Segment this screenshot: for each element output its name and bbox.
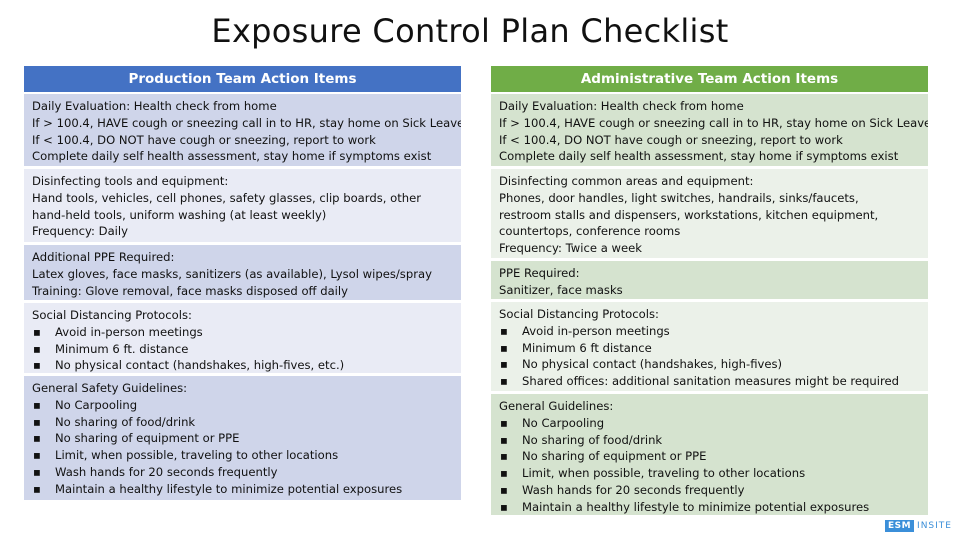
admin-ppe: PPE Required: Sanitizer, face masks [491, 261, 928, 299]
daily-line: If < 100.4, DO NOT have cough or sneezin… [499, 132, 843, 147]
admin-distancing: Social Distancing Protocols: ▪ Avoid in-p… [491, 302, 928, 391]
general-item: ▪ Limit, when possible, traveling to othe… [33, 448, 339, 463]
admin-daily-evaluation: Daily Evaluation: Health check from home… [491, 94, 928, 166]
bullet-icon: ▪ [500, 357, 508, 372]
ppe-body: Latex gloves, face masks, sanitizers (as… [32, 266, 432, 281]
bullet-icon: ▪ [500, 482, 508, 497]
disinfecting-frequency: Frequency: Daily [32, 224, 128, 239]
logo-mark: ESM [884, 520, 915, 532]
disinfecting-heading: Disinfecting common areas and equipment: [499, 174, 754, 188]
general-item: ▪ Limit, when possible, traveling to othe… [500, 466, 806, 481]
bullet-icon: ▪ [33, 341, 41, 356]
production-disinfecting: Disinfecting tools and equipment: Hand t… [24, 169, 461, 242]
admin-disinfecting: Disinfecting common areas and equipment:… [491, 169, 928, 258]
general-item: ▪ Wash hands for 20 seconds frequently [500, 482, 745, 497]
admin-column: Administrative Team Action Items Daily E… [491, 66, 928, 518]
production-daily-evaluation: Daily Evaluation: Health check from home… [24, 94, 461, 166]
bullet-icon: ▪ [33, 358, 41, 373]
bullet-icon: ▪ [500, 340, 508, 355]
distancing-item: ▪ Minimum 6 ft. distance [33, 341, 189, 356]
production-column: Production Team Action Items Daily Evalu… [24, 66, 461, 503]
distancing-item: ▪ No physical contact (handshakes, high-f… [500, 357, 783, 372]
bullet-icon: ▪ [500, 415, 508, 430]
bullet-icon: ▪ [500, 499, 508, 514]
bullet-icon: ▪ [500, 374, 508, 389]
general-item: ▪ No Carpooling [33, 397, 138, 412]
bullet-icon: ▪ [33, 414, 41, 429]
daily-line: Daily Evaluation: Health check from home [32, 99, 277, 113]
general-heading: General Guidelines: [499, 399, 614, 413]
bullet-icon: ▪ [33, 481, 41, 496]
distancing-heading: Social Distancing Protocols: [32, 308, 192, 322]
page-title: Exposure Control Plan Checklist [211, 12, 729, 50]
ppe-body: Sanitizer, face masks [499, 282, 623, 297]
daily-line: If > 100.4, HAVE cough or sneezing call … [499, 115, 928, 130]
production-ppe: Additional PPE Required: Latex gloves, f… [24, 245, 461, 300]
admin-header: Administrative Team Action Items [491, 66, 928, 92]
bullet-icon: ▪ [33, 464, 41, 479]
daily-line: If < 100.4, DO NOT have cough or sneezin… [32, 132, 376, 147]
bullet-icon: ▪ [33, 324, 41, 339]
daily-line: Daily Evaluation: Health check from home [499, 99, 744, 113]
general-item: ▪ No sharing of equipment or PPE [500, 449, 707, 464]
general-item: ▪ No sharing of food/drink [500, 432, 663, 447]
bullet-icon: ▪ [33, 397, 41, 412]
bullet-icon: ▪ [33, 431, 41, 446]
general-item: ▪ Maintain a healthy lifestyle to minimiz… [33, 481, 403, 496]
general-item: ▪ No sharing of food/drink [33, 414, 196, 429]
general-item: ▪ Wash hands for 20 seconds frequently [33, 464, 278, 479]
bullet-icon: ▪ [500, 449, 508, 464]
distancing-item: ▪ Avoid in-person meetings [33, 324, 203, 339]
production-general-guidelines: General Safety Guidelines: ▪ No Carpoolin… [24, 376, 461, 500]
general-item: ▪ No sharing of equipment or PPE [33, 431, 240, 446]
general-heading: General Safety Guidelines: [32, 381, 188, 395]
distancing-item: ▪ Minimum 6 ft distance [500, 340, 652, 355]
distancing-item: ▪ Shared offices: additional sanitation m… [500, 374, 899, 389]
admin-general-guidelines: General Guidelines: ▪ No Carpooling ▪ No s… [491, 394, 928, 515]
general-item: ▪ No Carpooling [500, 415, 605, 430]
ppe-heading: PPE Required: [499, 266, 580, 280]
distancing-item: ▪ Avoid in-person meetings [500, 323, 670, 338]
production-header: Production Team Action Items [24, 66, 461, 92]
ppe-training: Training: Glove removal, face masks disp… [32, 283, 348, 298]
bullet-icon: ▪ [500, 432, 508, 447]
distancing-item: ▪ No physical contact (handshakes, high-f… [33, 358, 345, 373]
daily-line: Complete daily self health assessment, s… [499, 149, 899, 164]
logo-text: INSITE [917, 521, 952, 531]
distancing-heading: Social Distancing Protocols: [499, 307, 659, 321]
ppe-heading: Additional PPE Required: [32, 250, 175, 264]
daily-line: Complete daily self health assessment, s… [32, 149, 432, 164]
general-item: ▪ Maintain a healthy lifestyle to minimiz… [500, 499, 870, 514]
disinfecting-body: Hand tools, vehicles, cell phones, safet… [32, 190, 422, 222]
bullet-icon: ▪ [33, 448, 41, 463]
disinfecting-body: Phones, door handles, light switches, ha… [499, 190, 879, 239]
bullet-icon: ▪ [500, 466, 508, 481]
disinfecting-frequency: Frequency: Twice a week [499, 241, 642, 256]
bullet-icon: ▪ [500, 323, 508, 338]
daily-line: If > 100.4, HAVE cough or sneezing call … [32, 115, 461, 130]
esm-insite-logo: ESM INSITE [884, 520, 952, 532]
production-distancing: Social Distancing Protocols: ▪ Avoid in-p… [24, 303, 461, 373]
disinfecting-heading: Disinfecting tools and equipment: [32, 174, 229, 188]
